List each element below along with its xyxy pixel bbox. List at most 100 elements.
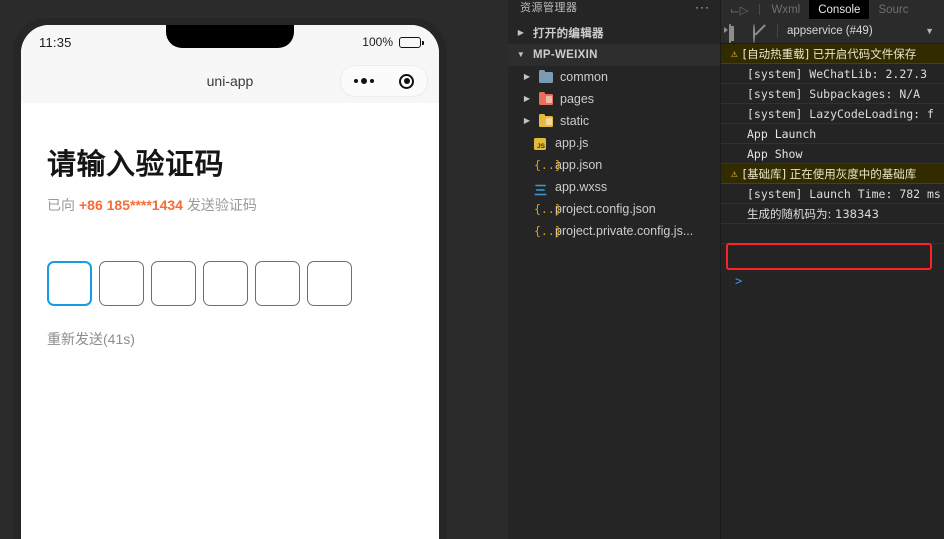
section-label: MP-WEIXIN bbox=[533, 49, 598, 61]
explorer-title: 资源管理器 bbox=[520, 2, 578, 14]
console-row-warning[interactable]: ⚠ [基础库] 正在使用灰度中的基础库 bbox=[721, 164, 944, 184]
code-cell-1[interactable] bbox=[47, 261, 92, 306]
app-window: 11:35 100% uni-app 请输入验证码 已向 +86 185****… bbox=[0, 0, 944, 539]
console-message-text: App Launch bbox=[747, 126, 817, 141]
console-empty-area[interactable] bbox=[721, 244, 944, 524]
target-circle-icon[interactable] bbox=[399, 73, 415, 89]
json-file-icon: {..} bbox=[534, 224, 562, 238]
explorer-section-open-editors[interactable]: ▶ 打开的编辑器 bbox=[508, 22, 720, 44]
js-file-icon: JS bbox=[534, 136, 550, 150]
page-title: 请输入验证码 bbox=[47, 149, 225, 181]
json-file-icon: {..} bbox=[534, 158, 562, 172]
console-row-system[interactable]: [system] LazyCodeLoading: f bbox=[721, 104, 944, 124]
console-message-list[interactable]: ⚠ [自动热重载] 已开启代码文件保存 [system] WeChatLib: … bbox=[721, 44, 944, 288]
sidebar-panel-icon[interactable] bbox=[723, 23, 744, 43]
tab-wxml[interactable]: Wxml bbox=[762, 0, 809, 19]
wxss-file-icon: 三 bbox=[534, 183, 548, 198]
more-dots-icon[interactable] bbox=[353, 78, 374, 84]
item-label: pages bbox=[560, 92, 595, 106]
console-message-text: App Show bbox=[747, 146, 803, 161]
toolbar-divider bbox=[777, 24, 778, 38]
chevron-down-icon[interactable]: ▼ bbox=[514, 51, 528, 59]
console-row-app-show[interactable]: App Show bbox=[721, 144, 944, 164]
phone-screen: 11:35 100% uni-app 请输入验证码 已向 +86 185****… bbox=[21, 25, 439, 539]
phone-number: +86 185****1434 bbox=[79, 197, 183, 213]
tab-sources[interactable]: Sourc bbox=[869, 0, 917, 19]
battery-icon bbox=[399, 36, 424, 48]
folder-red-icon bbox=[539, 91, 555, 106]
battery-percent: 100% bbox=[362, 35, 393, 49]
console-prompt-caret[interactable]: > bbox=[735, 274, 742, 288]
console-context-select[interactable]: appservice (#49) bbox=[787, 25, 873, 37]
explorer-item-project-config[interactable]: {..} project.config.json bbox=[508, 198, 720, 220]
item-label: app.json bbox=[555, 158, 603, 172]
console-message-text: 生成的随机码为: 138343 bbox=[747, 206, 879, 221]
console-row-launch-time[interactable]: [system] Launch Time: 782 ms bbox=[721, 184, 944, 204]
code-cell-6[interactable] bbox=[307, 261, 352, 306]
item-label: static bbox=[560, 114, 590, 128]
console-message-text: [system] LazyCodeLoading: f bbox=[747, 106, 934, 121]
devtools-tab-bar: ⌙▷ Wxml Console Sourc bbox=[721, 0, 944, 19]
status-bar: 11:35 100% bbox=[21, 25, 439, 59]
simulator-pane: 11:35 100% uni-app 请输入验证码 已向 +86 185****… bbox=[0, 0, 470, 539]
console-message-text: [system] Launch Time: 782 ms bbox=[747, 186, 941, 201]
json-file-icon: {..} bbox=[534, 202, 562, 216]
explorer-more-icon[interactable]: ··· bbox=[695, 0, 710, 14]
console-message-text: [基础库] 正在使用灰度中的基础库 bbox=[742, 166, 917, 181]
explorer-item-common[interactable]: ▶ common bbox=[508, 66, 720, 88]
console-row-random-code[interactable]: 生成的随机码为: 138343 bbox=[721, 204, 944, 224]
verification-code-input[interactable] bbox=[47, 261, 413, 306]
explorer-item-static[interactable]: ▶ static bbox=[508, 110, 720, 132]
console-row-empty[interactable] bbox=[721, 224, 944, 244]
item-label: app.js bbox=[555, 136, 589, 150]
file-explorer-pane: 资源管理器 ··· ▶ 打开的编辑器 ▼ MP-WEIXIN ▶ common … bbox=[508, 0, 721, 539]
chevron-right-icon[interactable]: ▶ bbox=[514, 29, 528, 37]
explorer-item-app-js[interactable]: JS app.js bbox=[508, 132, 720, 154]
item-label: app.wxss bbox=[555, 180, 608, 194]
console-context-label: appservice (#49) bbox=[787, 25, 873, 37]
console-message-text: [system] Subpackages: N/A bbox=[747, 86, 921, 101]
explorer-item-project-private-config[interactable]: {..} project.private.config.js... bbox=[508, 220, 720, 242]
explorer-header: 资源管理器 ··· bbox=[508, 0, 720, 18]
code-cell-2[interactable] bbox=[99, 261, 144, 306]
subtitle-prefix: 已向 bbox=[47, 197, 75, 213]
wechat-capsule[interactable] bbox=[340, 65, 428, 97]
status-time: 11:35 bbox=[39, 34, 72, 50]
page-subtitle: 已向 +86 185****1434 发送验证码 bbox=[47, 195, 413, 215]
nav-bar: uni-app bbox=[21, 59, 439, 103]
item-label: project.config.json bbox=[555, 202, 656, 216]
explorer-item-pages[interactable]: ▶ pages bbox=[508, 88, 720, 110]
console-row-system[interactable]: [system] WeChatLib: 2.27.3 bbox=[721, 64, 944, 84]
code-cell-4[interactable] bbox=[203, 261, 248, 306]
item-label: common bbox=[560, 70, 608, 84]
warning-triangle-icon: ⚠ bbox=[731, 47, 738, 60]
code-cell-3[interactable] bbox=[151, 261, 196, 306]
nav-title: uni-app bbox=[206, 73, 254, 89]
console-row-app-launch[interactable]: App Launch bbox=[721, 124, 944, 144]
console-toolbar: appservice (#49) ▼ bbox=[721, 19, 944, 44]
page-body: 请输入验证码 已向 +86 185****1434 发送验证码 重新发送(41s) … bbox=[21, 103, 439, 539]
phone-frame: 11:35 100% uni-app 请输入验证码 已向 +86 185****… bbox=[13, 18, 447, 539]
folder-yellow-icon bbox=[539, 113, 555, 128]
console-row-warning[interactable]: ⚠ [自动热重载] 已开启代码文件保存 bbox=[721, 44, 944, 64]
devtools-pane: ⌙▷ Wxml Console Sourc appservice (#49) ▼… bbox=[721, 0, 944, 539]
explorer-section-mp-weixin[interactable]: ▼ MP-WEIXIN bbox=[508, 44, 720, 66]
explorer-item-app-wxss[interactable]: 三 app.wxss bbox=[508, 176, 720, 198]
chevron-right-icon[interactable]: ▶ bbox=[520, 117, 534, 125]
chevron-right-icon[interactable]: ▶ bbox=[520, 73, 534, 81]
tab-inspect[interactable]: ⌙▷ bbox=[721, 0, 757, 19]
resend-link[interactable]: 重新发送(41s) bbox=[47, 329, 413, 349]
code-cell-5[interactable] bbox=[255, 261, 300, 306]
clear-console-icon[interactable] bbox=[753, 23, 768, 43]
folder-blue-icon bbox=[539, 69, 555, 84]
tab-divider bbox=[759, 4, 761, 15]
console-message-text: [system] WeChatLib: 2.27.3 bbox=[747, 66, 928, 81]
explorer-item-app-json[interactable]: {..} app.json bbox=[508, 154, 720, 176]
chevron-right-icon[interactable]: ▶ bbox=[520, 95, 534, 103]
console-row-system[interactable]: [system] Subpackages: N/A bbox=[721, 84, 944, 104]
section-label: 打开的编辑器 bbox=[533, 28, 604, 40]
chevron-down-icon[interactable]: ▼ bbox=[925, 26, 936, 36]
console-message-text: [自动热重载] 已开启代码文件保存 bbox=[742, 46, 917, 61]
status-right: 100% bbox=[362, 35, 424, 49]
tab-console[interactable]: Console bbox=[809, 0, 870, 19]
